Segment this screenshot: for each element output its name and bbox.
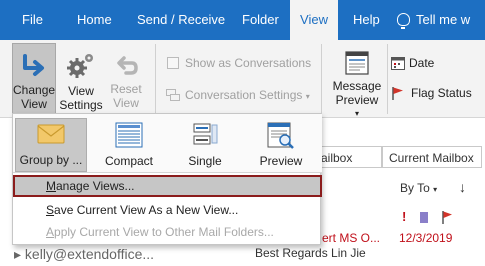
preview-view-icon xyxy=(267,122,294,149)
flag-icon xyxy=(392,87,403,100)
view-preview-label: Preview xyxy=(259,154,303,168)
view-gallery: Group by ... Compact Single Preview xyxy=(13,114,322,172)
message-sender[interactable]: ert MS O... xyxy=(322,231,380,245)
message-preview-text: Best Regards Lin Jie xyxy=(255,246,366,260)
change-view-label-2: View xyxy=(21,97,47,111)
apply-view-label: pply Current View to Other Mail Folders.… xyxy=(54,225,274,239)
manage-views-menu-item[interactable]: Manage Views... xyxy=(13,175,322,197)
chevron-down-icon: ▾ xyxy=(305,92,310,101)
view-compact-label: Compact xyxy=(104,154,154,168)
tab-view[interactable]: View xyxy=(290,0,338,40)
arrange-by-flag-status[interactable]: Flag Status xyxy=(391,86,472,100)
tab-home[interactable]: Home xyxy=(77,0,112,40)
view-preview[interactable]: Preview xyxy=(245,118,317,172)
ribbon: Change View ▾ View Settings xyxy=(0,40,485,122)
apply-current-view-menu-item[interactable]: Apply Current View to Other Mail Folders… xyxy=(13,221,322,243)
message-preview-label-2: Preview xyxy=(335,93,379,107)
compact-view-icon xyxy=(115,122,143,148)
view-single-label: Single xyxy=(188,154,222,168)
undo-icon xyxy=(117,56,138,75)
message-date: 12/3/2019 xyxy=(399,231,453,245)
chevron-down-icon: ▾ xyxy=(433,185,438,194)
tell-me-search[interactable]: Tell me w xyxy=(397,0,470,40)
account-email: kelly@extendoffice... xyxy=(24,246,155,262)
reset-view-button[interactable]: Reset View xyxy=(106,43,146,115)
tab-folder[interactable]: Folder xyxy=(242,0,279,40)
change-view-icon xyxy=(23,54,44,76)
tab-send-receive[interactable]: Send / Receive xyxy=(137,0,225,40)
gear-icon xyxy=(67,54,93,78)
ribbon-tab-bar: File Home Send / Receive Folder View Hel… xyxy=(0,0,485,40)
reset-view-label-2: View xyxy=(113,96,139,110)
sort-label: By To xyxy=(400,181,430,195)
envelope-icon xyxy=(37,124,65,144)
tell-me-label: Tell me w xyxy=(416,12,471,27)
save-view-accel: S xyxy=(46,203,55,217)
message-preview-icon xyxy=(345,51,369,75)
sort-by-control[interactable]: By To ▾ xyxy=(400,181,437,195)
arrange-flag-status-label: Flag Status xyxy=(411,86,472,100)
calendar-icon xyxy=(391,57,405,70)
view-settings-label-2: Settings xyxy=(59,98,103,112)
save-view-label: ave Current View As a New View... xyxy=(54,203,239,217)
sort-direction-arrow-icon[interactable]: ↓ xyxy=(459,179,466,195)
category-icon xyxy=(420,212,428,223)
arrange-date-label: Date xyxy=(409,56,435,70)
ribbon-separator xyxy=(387,44,388,114)
change-view-label-1: Change xyxy=(13,83,56,97)
view-compact[interactable]: Compact xyxy=(93,118,165,172)
tab-file[interactable]: File xyxy=(22,0,43,40)
manage-views-accel: M xyxy=(46,179,56,193)
message-preview-label-1: Message xyxy=(332,79,382,93)
lightbulb-icon xyxy=(397,13,410,29)
flag-icon xyxy=(442,211,452,224)
conversation-settings-label: Conversation Settings xyxy=(185,88,303,102)
view-group-by[interactable]: Group by ... xyxy=(15,118,87,172)
current-mailbox-scope[interactable]: Current Mailbox xyxy=(382,146,482,168)
save-current-view-menu-item[interactable]: Save Current View As a New View... xyxy=(13,199,322,221)
search-scope-mailbox[interactable]: ailbox xyxy=(314,146,382,168)
change-view-button[interactable]: Change View ▾ xyxy=(12,43,56,122)
conversation-settings-icon xyxy=(166,89,180,101)
message-preview-button[interactable]: Message Preview ▾ xyxy=(330,43,384,118)
manage-views-label: anage Views... xyxy=(56,179,135,193)
show-as-conversations-checkbox[interactable]: Show as Conversations xyxy=(167,56,311,70)
change-view-dropdown: Group by ... Compact Single Preview Mana… xyxy=(12,113,322,245)
ribbon-separator xyxy=(321,44,322,114)
apply-view-accel: A xyxy=(46,225,55,239)
view-settings-label-1: View xyxy=(68,84,94,98)
view-group-by-label: Group by ... xyxy=(19,153,83,167)
single-view-icon xyxy=(193,123,218,145)
dropdown-separator xyxy=(13,172,322,173)
tab-help[interactable]: Help xyxy=(353,0,380,40)
arrange-by-date[interactable]: Date xyxy=(391,56,434,70)
conversation-settings-button[interactable]: Conversation Settings ▾ xyxy=(166,88,310,102)
checkbox-icon xyxy=(167,57,179,69)
view-settings-button[interactable]: View Settings xyxy=(58,43,104,115)
importance-icon: ! xyxy=(402,209,407,224)
show-as-conversations-label: Show as Conversations xyxy=(185,56,312,70)
ribbon-separator xyxy=(155,44,156,114)
view-single[interactable]: Single xyxy=(169,118,241,172)
reset-view-label-1: Reset xyxy=(110,82,142,96)
expand-caret-icon: ▸ xyxy=(14,246,22,262)
account-label[interactable]: ▸ kelly@extendoffice... xyxy=(14,246,154,263)
